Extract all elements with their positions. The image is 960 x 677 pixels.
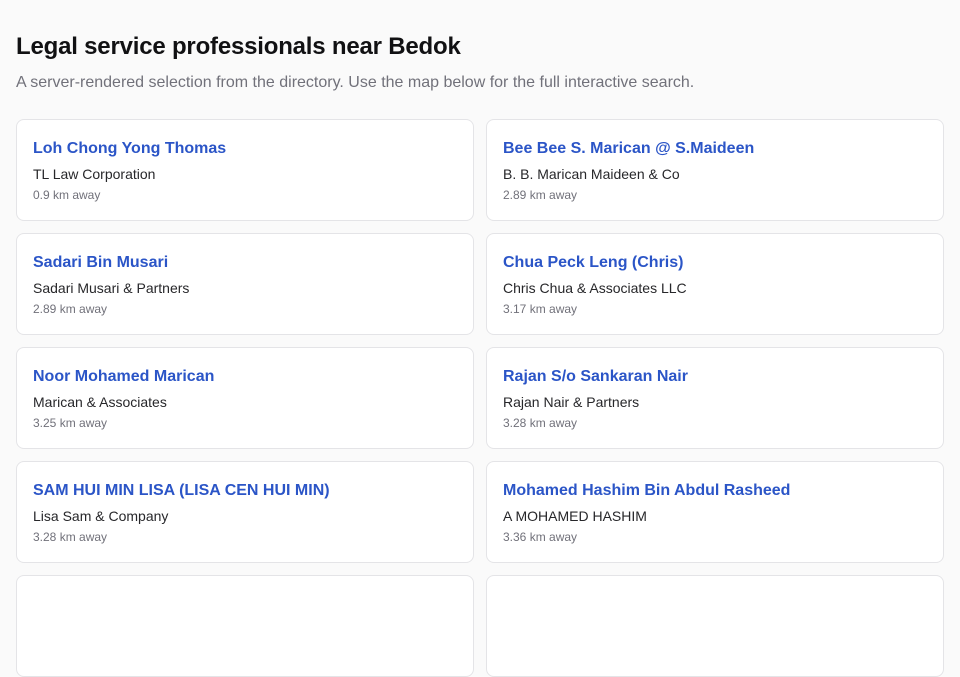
firm-name: Marican & Associates <box>33 394 167 410</box>
professional-name-link[interactable]: Noor Mohamed Marican <box>33 367 457 387</box>
result-card: Sadari Bin Musari Sadari Musari & Partne… <box>16 233 474 335</box>
result-card: Rajan S/o Sankaran Nair Rajan Nair & Par… <box>486 347 944 449</box>
page-container: Legal service professionals near Bedok A… <box>0 0 960 677</box>
professional-name-link[interactable]: Mohamed Hashim Bin Abdul Rasheed <box>503 481 927 501</box>
distance-label: 3.36 km away <box>503 530 578 544</box>
result-card: Noor Mohamed Marican Marican & Associate… <box>16 347 474 449</box>
distance-label: 2.89 km away <box>33 302 108 316</box>
distance-label: 3.28 km away <box>33 530 108 544</box>
result-card: SAM HUI MIN LISA (LISA CEN HUI MIN) Lisa… <box>16 461 474 563</box>
distance-label: 3.17 km away <box>503 302 578 316</box>
results-grid: Loh Chong Yong Thomas TL Law Corporation… <box>16 119 944 677</box>
result-card: Mohamed Hashim Bin Abdul Rasheed A MOHAM… <box>486 461 944 563</box>
result-card: Loh Chong Yong Thomas TL Law Corporation… <box>16 119 474 221</box>
professional-name-link[interactable]: Loh Chong Yong Thomas <box>33 139 457 159</box>
professional-name-link[interactable]: SAM HUI MIN LISA (LISA CEN HUI MIN) <box>33 481 457 501</box>
professional-name-link[interactable]: Bee Bee S. Marican @ S.Maideen <box>503 139 927 159</box>
result-card <box>16 575 474 677</box>
firm-name: Rajan Nair & Partners <box>503 394 640 410</box>
result-card: Chua Peck Leng (Chris) Chris Chua & Asso… <box>486 233 944 335</box>
firm-name: Sadari Musari & Partners <box>33 280 190 296</box>
professional-name-link[interactable]: Chua Peck Leng (Chris) <box>503 253 927 273</box>
result-card: Bee Bee S. Marican @ S.Maideen B. B. Mar… <box>486 119 944 221</box>
distance-label: 0.9 km away <box>33 188 101 202</box>
distance-label: 3.28 km away <box>503 416 578 430</box>
professional-name-link[interactable]: Rajan S/o Sankaran Nair <box>503 367 927 387</box>
distance-label: 2.89 km away <box>503 188 578 202</box>
distance-label: 3.25 km away <box>33 416 108 430</box>
page-title: Legal service professionals near Bedok <box>16 33 461 60</box>
result-card <box>486 575 944 677</box>
firm-name: Lisa Sam & Company <box>33 508 169 524</box>
firm-name: TL Law Corporation <box>33 166 156 182</box>
professional-name-link[interactable]: Sadari Bin Musari <box>33 253 457 273</box>
page-subtitle: A server-rendered selection from the dir… <box>16 74 695 91</box>
firm-name: A MOHAMED HASHIM <box>503 508 647 524</box>
firm-name: B. B. Marican Maideen & Co <box>503 166 680 182</box>
firm-name: Chris Chua & Associates LLC <box>503 280 687 296</box>
